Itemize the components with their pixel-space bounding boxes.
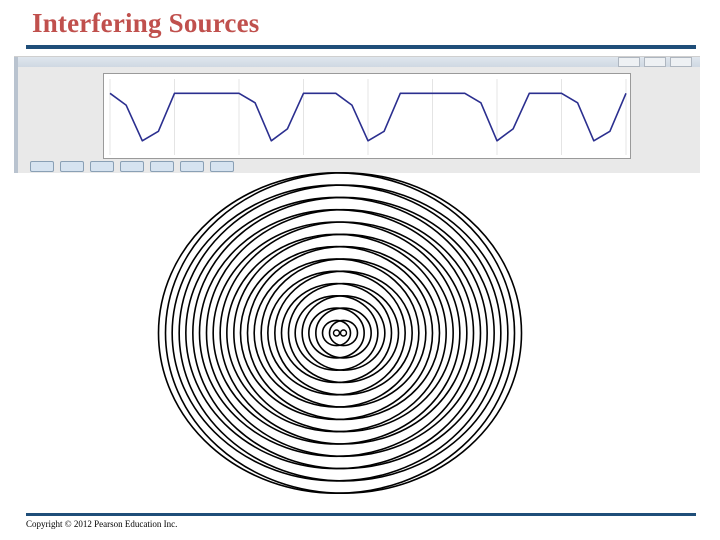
plot-window xyxy=(14,56,700,173)
wave-ring-source-2 xyxy=(164,172,523,494)
wave-ring-source-2 xyxy=(219,221,468,445)
wave-plot xyxy=(109,79,627,155)
wave-ring-source-1 xyxy=(253,258,420,408)
source-point-2 xyxy=(339,329,348,337)
copyright-text: Copyright © 2012 Pearson Education Inc. xyxy=(26,519,178,529)
wave-ring-source-2 xyxy=(178,184,509,482)
wave-ring-source-2 xyxy=(246,245,441,421)
wave-ring-source-1 xyxy=(212,221,461,445)
interference-rings xyxy=(157,172,523,494)
wave-ring-source-1 xyxy=(171,184,502,482)
title-rule xyxy=(26,45,696,49)
source-point-1 xyxy=(332,329,341,337)
wave-ring-source-1 xyxy=(280,282,393,384)
wave-ring-source-1 xyxy=(308,307,365,359)
wave-ring-source-2 xyxy=(233,233,454,433)
wave-ring-source-2 xyxy=(315,307,372,359)
slide-title: Interfering Sources xyxy=(32,8,260,38)
wave-ring-source-2 xyxy=(301,295,386,372)
wave-ring-source-2 xyxy=(287,282,400,384)
wave-ring-source-1 xyxy=(226,233,447,433)
footer-rule xyxy=(26,513,696,516)
wave-ring-source-1 xyxy=(239,245,434,421)
wave-ring-source-1 xyxy=(294,295,379,372)
wave-ring-source-2 xyxy=(192,196,495,470)
wave-ring-source-1 xyxy=(185,196,488,470)
wave-ring-source-1 xyxy=(157,172,516,494)
wave-ring-source-2 xyxy=(260,258,427,408)
